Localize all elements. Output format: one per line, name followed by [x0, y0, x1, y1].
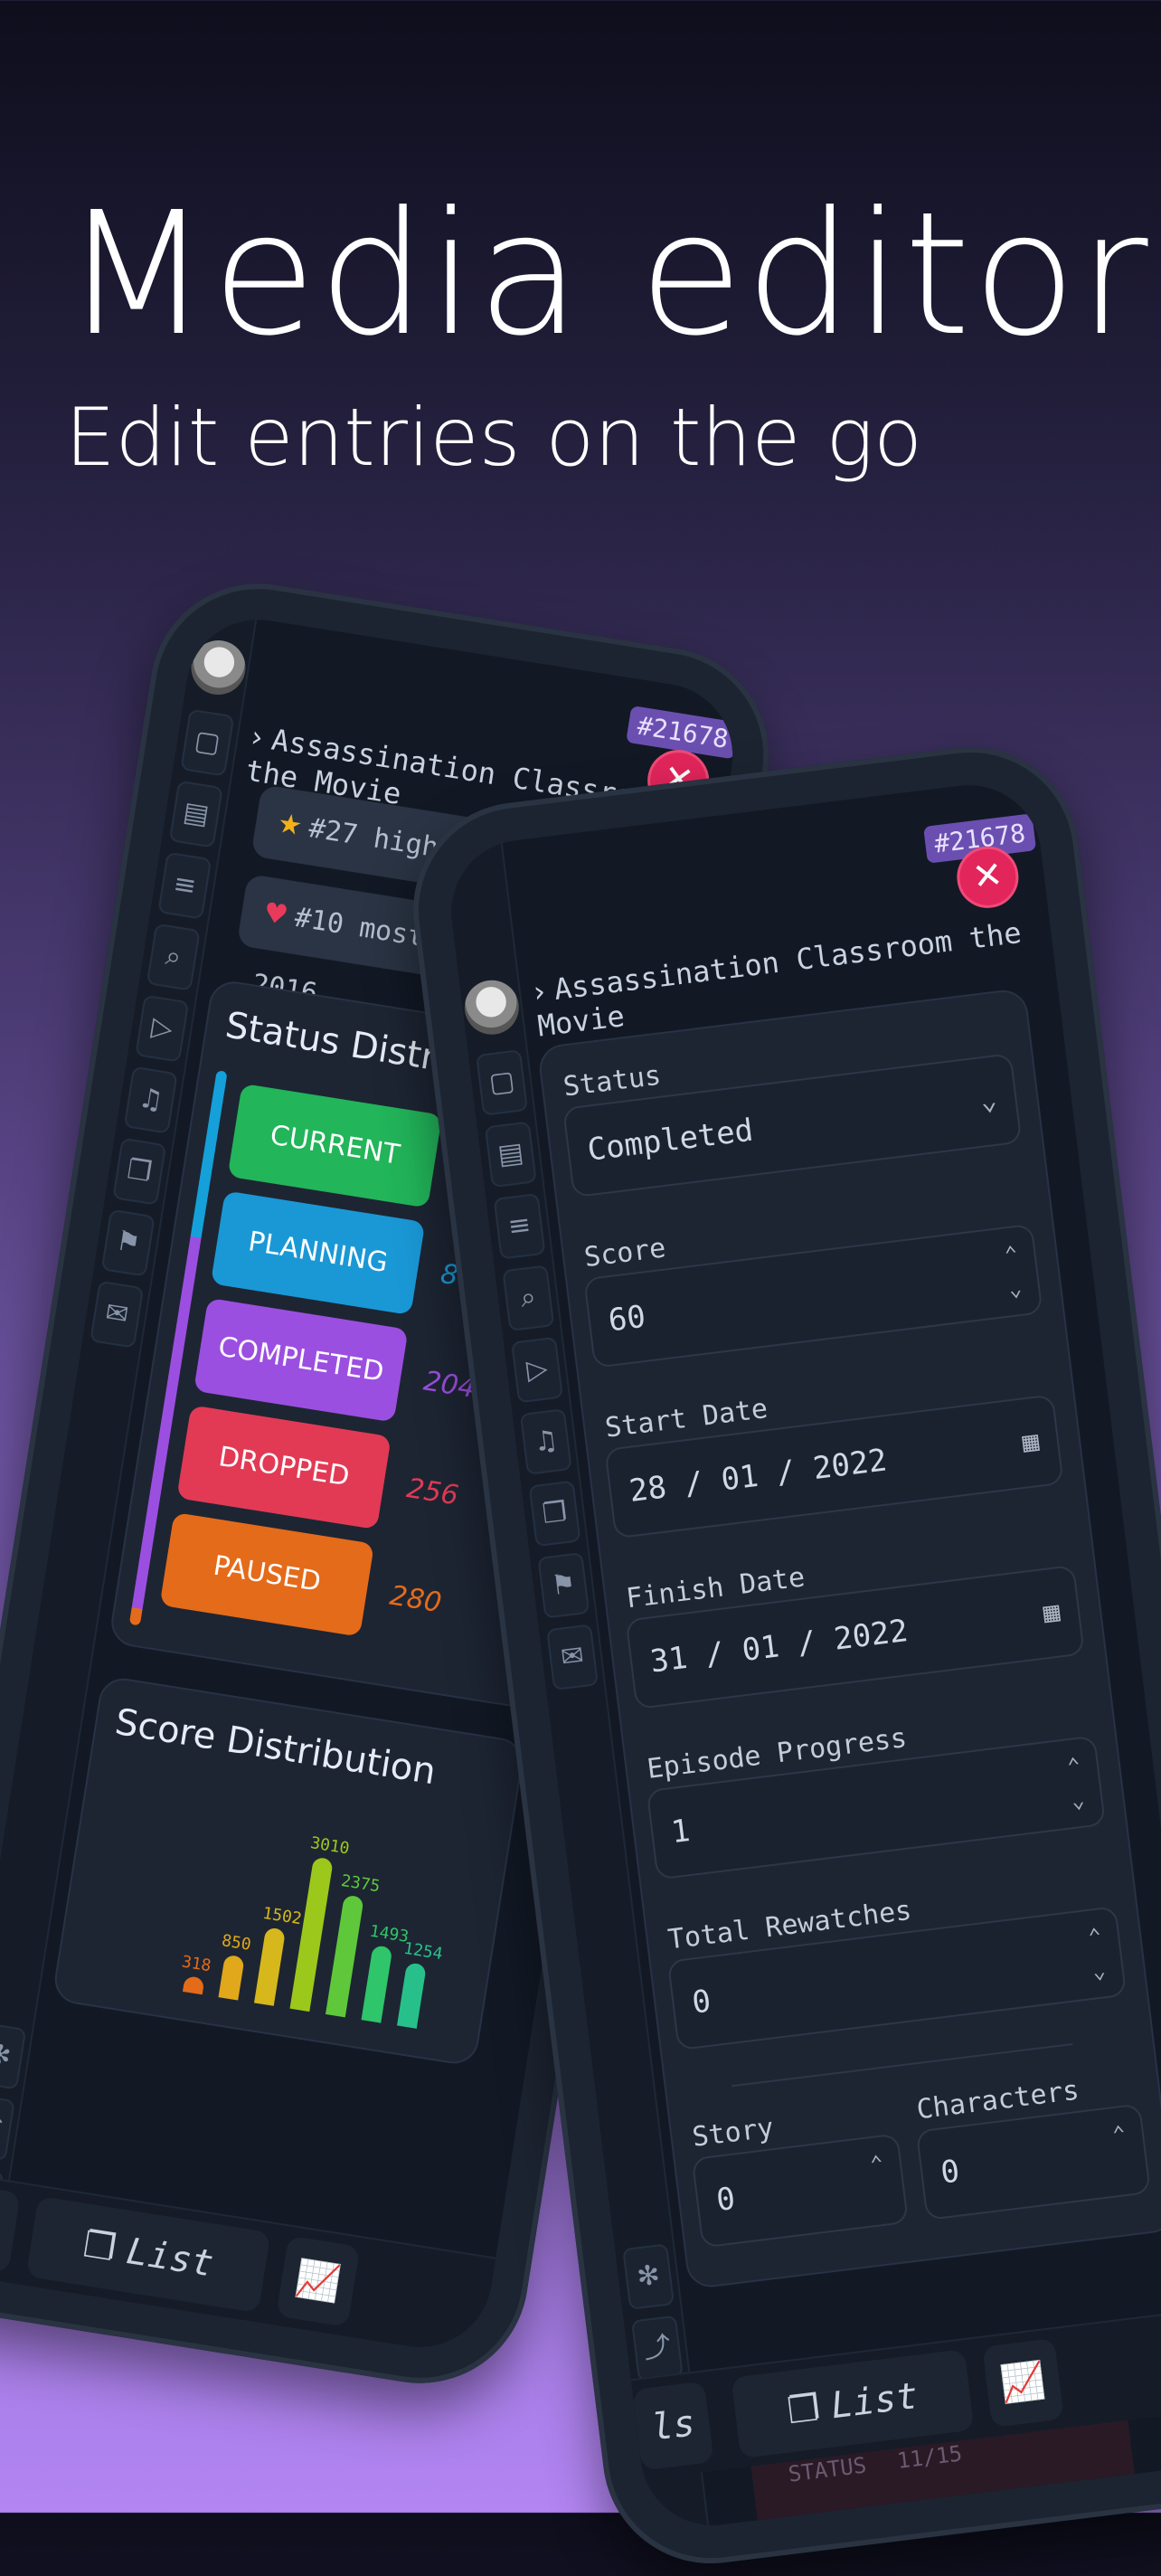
score-bar — [218, 1954, 245, 2001]
list-icon[interactable]: ≡ — [493, 1192, 546, 1260]
hero-title: Media editor — [63, 175, 1150, 374]
nav-stats-button[interactable]: ls — [632, 2381, 714, 2471]
score-bar — [361, 1945, 393, 2023]
share-icon[interactable]: ⤴ — [0, 2093, 15, 2162]
score-bar — [289, 1856, 334, 2012]
star-icon: ★ — [275, 807, 305, 843]
music-icon[interactable]: ♫ — [519, 1408, 572, 1475]
calendar-icon[interactable]: ▤ — [484, 1121, 537, 1189]
presentation-icon: 📈 — [998, 2359, 1049, 2407]
bookmark-icon[interactable]: ⚑ — [537, 1552, 590, 1619]
calendar-icon[interactable]: ▦ — [1038, 1569, 1065, 1657]
nav-chart-button[interactable]: 📈 — [276, 2235, 361, 2327]
calendar-icon[interactable]: ▤ — [168, 780, 223, 848]
score-chart: 318 850 1502 3010 2375 1493 1254 — [180, 1795, 482, 2034]
score-bar — [397, 1962, 427, 2029]
cube-icon[interactable]: ▢ — [476, 1049, 529, 1116]
stepper-arrows-icon[interactable]: ⌃ — [1110, 2117, 1128, 2152]
calendar-icon[interactable]: ▦ — [1017, 1398, 1044, 1486]
bug-icon[interactable]: ✻ — [622, 2243, 675, 2310]
play-icon[interactable]: ▷ — [135, 994, 190, 1063]
presentation-icon: 📈 — [292, 2257, 344, 2306]
score-bar-label: 1254 — [401, 1938, 444, 1965]
score-distribution-panel: Score Distribution 318 850 1502 3010 2375 149… — [51, 1674, 526, 2068]
chevron-right-icon: › — [531, 973, 548, 1009]
stepper-arrows-icon[interactable]: ⌃ — [868, 2146, 885, 2182]
bookmark-icon[interactable]: ⚑ — [100, 1208, 156, 1277]
score-bar-label: 1502 — [260, 1903, 304, 1929]
score-bar — [326, 1894, 364, 2018]
bookmark-icon: ❐ — [80, 2223, 119, 2270]
score-bar-label: 850 — [220, 1931, 253, 1955]
book-icon[interactable]: ❐ — [112, 1137, 167, 1206]
stepper-arrows-icon[interactable]: ⌃ ⌄ — [1065, 1748, 1087, 1818]
avatar[interactable] — [187, 636, 250, 699]
avatar[interactable] — [461, 977, 523, 1038]
book-icon[interactable]: ❐ — [528, 1480, 581, 1548]
phone-screen: ▢ ▤ ≡ ⌕ ▷ ♫ ❐ ⚑ ✉ ✻ ⤴ ⚙ #21678 ✕ › Assas… — [443, 777, 1161, 2533]
hero-subtitle: Edit entries on the go — [65, 391, 923, 484]
score-bar-label: 318 — [180, 1952, 212, 1976]
music-icon[interactable]: ♫ — [123, 1065, 178, 1134]
nav-list-button[interactable]: ❐ List — [731, 2349, 975, 2459]
bookmark-icon: ❐ — [785, 2387, 823, 2433]
play-icon[interactable]: ▷ — [511, 1336, 564, 1404]
score-bar — [253, 1927, 287, 2006]
chevron-right-icon: › — [249, 718, 266, 755]
chat-icon[interactable]: ✉ — [90, 1280, 145, 1349]
stepper-arrows-icon[interactable]: ⌃ ⌄ — [1086, 1918, 1108, 1988]
nav-stats-button[interactable]: ls — [0, 2182, 21, 2274]
score-bar-label: 3010 — [308, 1833, 351, 1859]
score-bar-label: 2375 — [339, 1870, 382, 1897]
heart-icon: ♥ — [260, 896, 291, 933]
share-icon[interactable]: ⤴ — [630, 2315, 684, 2382]
bug-icon[interactable]: ✻ — [0, 2022, 27, 2090]
score-bar — [182, 1975, 205, 1995]
chat-icon[interactable]: ✉ — [546, 1624, 599, 1690]
chevron-down-icon: ⌄ — [978, 1084, 999, 1118]
search-icon[interactable]: ⌕ — [502, 1264, 555, 1331]
score-distribution-title: Score Distribution — [112, 1700, 439, 1794]
search-icon[interactable]: ⌕ — [146, 923, 201, 991]
stepper-arrows-icon[interactable]: ⌃ ⌄ — [1003, 1236, 1024, 1306]
list-icon[interactable]: ≡ — [157, 851, 212, 920]
nav-chart-button[interactable]: 📈 — [982, 2337, 1064, 2428]
cube-icon[interactable]: ▢ — [180, 708, 235, 777]
